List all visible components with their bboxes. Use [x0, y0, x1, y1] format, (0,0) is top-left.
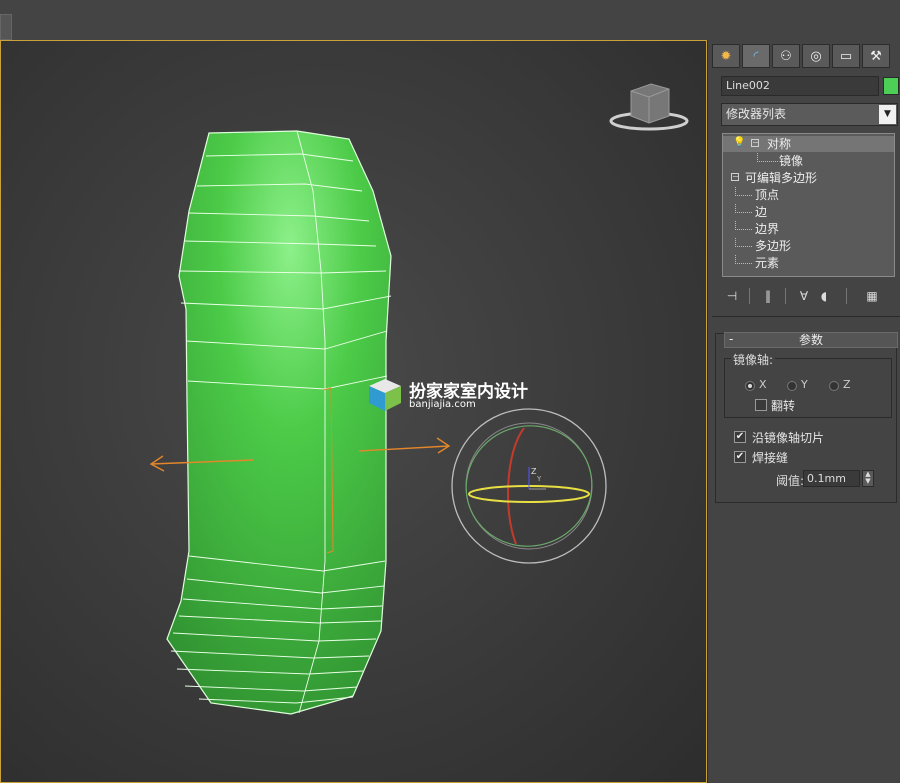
object-color-swatch[interactable]: [883, 77, 899, 95]
radio-axis-y[interactable]: [787, 381, 797, 391]
stack-item-label: 多边形: [755, 239, 792, 253]
tab-display[interactable]: ▭: [832, 44, 860, 68]
stack-item-editable-poly[interactable]: − 可编辑多边形: [723, 170, 894, 186]
stack-item-element[interactable]: 元素: [723, 255, 894, 271]
pin-stack-icon[interactable]: ⊣: [722, 286, 742, 306]
gizmo-y-label: Y: [536, 475, 542, 483]
stack-item-label: 可编辑多边形: [745, 171, 818, 185]
stack-item-label: 边: [755, 205, 768, 219]
axis-z-label: Z: [843, 378, 851, 391]
weld-seam-label: 焊接缝: [752, 451, 789, 465]
stack-item-border[interactable]: 边界: [723, 221, 894, 237]
watermark-url: banjiajia.com: [409, 399, 476, 410]
perspective-viewport[interactable]: Z Y 扮家家室内设计 banjiajia.com: [0, 40, 707, 783]
stack-toolbar: ⊣ ‖ ∀ ◖ ▦: [722, 286, 897, 306]
mirror-axis-group: 镜像轴: X Y Z 翻转: [724, 351, 892, 418]
tab-create[interactable]: ✹: [712, 44, 740, 68]
modifier-stack: 💡 − 对称 镜像 − 可编辑多边形 顶点 边 边界 多边形 元素: [722, 133, 895, 277]
display-icon: ▭: [839, 48, 853, 64]
make-unique-icon[interactable]: ∀: [794, 286, 814, 306]
slice-along-mirror-label: 沿镜像轴切片: [752, 431, 825, 445]
toolbar-button[interactable]: [0, 14, 12, 40]
stack-item-label: 对称: [767, 137, 792, 151]
object-name-field[interactable]: Line002: [721, 76, 879, 96]
rotate-gizmo[interactable]: Z Y: [451, 408, 607, 564]
chevron-down-icon[interactable]: ▼: [879, 105, 896, 124]
radio-axis-z[interactable]: [829, 381, 839, 391]
green-object[interactable]: [166, 130, 392, 715]
lightbulb-icon[interactable]: 💡: [733, 138, 745, 148]
tab-modify[interactable]: ◜: [742, 44, 770, 68]
stack-item-polygon[interactable]: 多边形: [723, 238, 894, 254]
rollout-title: 参数: [798, 333, 823, 347]
stack-item-symmetry[interactable]: 💡 − 对称: [723, 136, 894, 152]
panel-divider: [712, 316, 900, 317]
stack-item-label: 元素: [755, 256, 780, 270]
remove-modifier-icon[interactable]: ◖: [814, 286, 834, 306]
stack-item-vertex[interactable]: 顶点: [723, 187, 894, 203]
flip-label: 翻转: [771, 399, 796, 413]
stack-item-mirror[interactable]: 镜像: [723, 153, 894, 169]
tab-motion[interactable]: ◎: [802, 44, 830, 68]
slice-along-mirror-checkbox[interactable]: ✔: [734, 431, 746, 443]
flip-checkbox[interactable]: [755, 399, 767, 411]
create-icon: ✹: [720, 48, 732, 64]
axis-y-label: Y: [801, 378, 808, 391]
threshold-input[interactable]: 0.1mm: [803, 470, 860, 487]
collapse-icon[interactable]: -: [729, 332, 733, 346]
mirror-axis-title: 镜像轴:: [731, 351, 776, 368]
stack-item-label: 镜像: [779, 154, 804, 168]
viewport-scene: Z Y: [149, 83, 689, 715]
motion-icon: ◎: [810, 48, 822, 64]
rollout-header[interactable]: - 参数: [724, 332, 898, 348]
show-end-result-icon[interactable]: ‖: [758, 286, 778, 306]
radio-axis-x[interactable]: [745, 381, 755, 391]
collapse-icon[interactable]: −: [731, 173, 739, 181]
main-toolbar: [0, 0, 900, 41]
utilities-icon: ⚒: [870, 48, 882, 64]
modify-icon: ◜: [753, 48, 759, 64]
collapse-icon[interactable]: −: [751, 139, 759, 147]
configure-sets-icon[interactable]: ▦: [862, 286, 882, 306]
tab-hierarchy[interactable]: ⚇: [772, 44, 800, 68]
stack-item-label: 边界: [755, 222, 780, 236]
watermark-logo-icon: [369, 379, 401, 411]
modifier-list-dropdown[interactable]: 修改器列表 ▼: [721, 103, 898, 126]
tab-utilities[interactable]: ⚒: [862, 44, 890, 68]
stack-item-label: 顶点: [755, 188, 780, 202]
parameters-rollout: - 参数 镜像轴: X Y Z 翻转 ✔ 沿镜像轴切片 ✔ 焊接缝 阈值: 0.…: [715, 332, 898, 503]
weld-seam-checkbox[interactable]: ✔: [734, 451, 746, 463]
threshold-label: 阈值:: [776, 474, 805, 488]
threshold-spinner[interactable]: ▲ ▼: [862, 470, 874, 487]
stack-item-edge[interactable]: 边: [723, 204, 894, 220]
command-panel: ✹ ◜ ⚇ ◎ ▭ ⚒ Line002 修改器列表 ▼ 💡 − 对称 镜像 − …: [707, 40, 900, 783]
modifier-list-label: 修改器列表: [726, 107, 787, 121]
viewcube-icon[interactable]: [609, 83, 689, 131]
hierarchy-icon: ⚇: [780, 48, 792, 64]
axis-x-label: X: [759, 378, 767, 391]
